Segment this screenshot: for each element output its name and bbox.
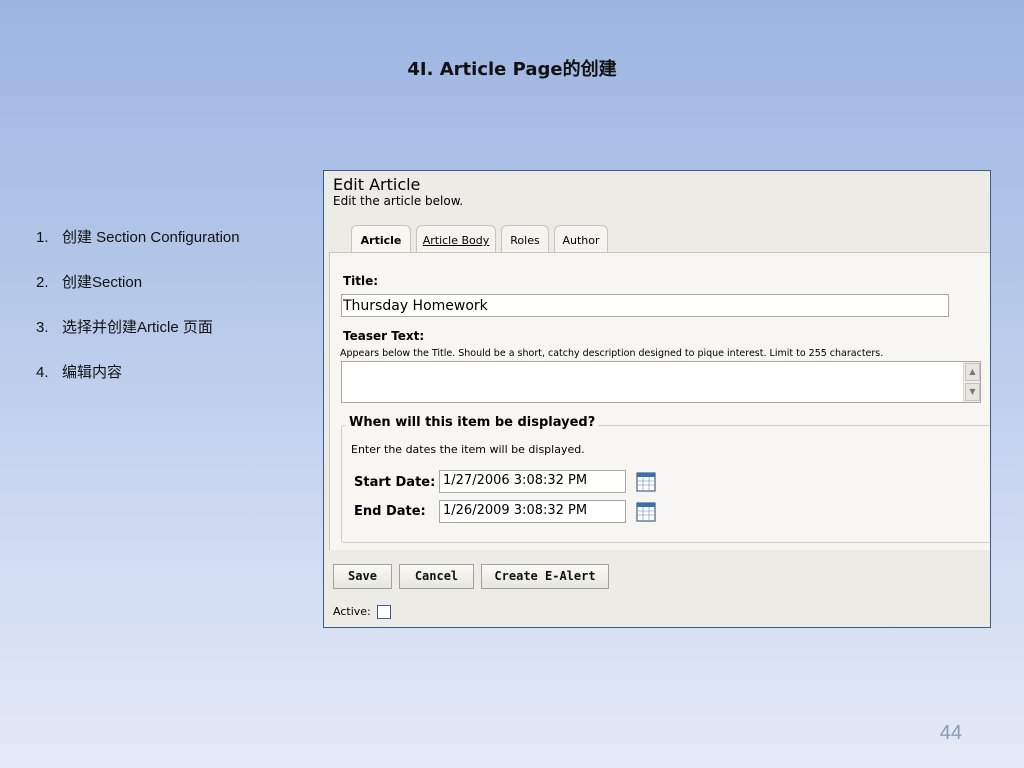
step-text: 创建 Section Configuration bbox=[62, 229, 240, 246]
tab-article[interactable]: Article bbox=[351, 225, 411, 253]
active-checkbox[interactable] bbox=[377, 605, 391, 619]
step-text: 选择并创建Article 页面 bbox=[62, 319, 213, 336]
calendar-icon[interactable] bbox=[636, 472, 656, 492]
create-e-alert-button[interactable]: Create E-Alert bbox=[481, 564, 609, 589]
tab-author[interactable]: Author bbox=[554, 225, 608, 253]
editor-subheading: Edit the article below. bbox=[333, 194, 464, 208]
start-date-label: Start Date: bbox=[354, 475, 436, 490]
article-form: Title: Thursday Homework Teaser Text: Ap… bbox=[329, 252, 990, 550]
step-number: 1. bbox=[36, 229, 49, 246]
calendar-icon[interactable] bbox=[636, 502, 656, 522]
display-dates-hint: Enter the dates the item will be display… bbox=[351, 443, 585, 456]
tab-roles[interactable]: Roles bbox=[501, 225, 549, 253]
step-text: 编辑内容 bbox=[62, 364, 123, 381]
teaser-textarea[interactable]: ▲ ▼ bbox=[341, 361, 981, 403]
teaser-scrollbar[interactable]: ▲ ▼ bbox=[963, 362, 980, 402]
step-item: 2. 创建Section bbox=[36, 273, 240, 318]
step-item: 3. 选择并创建Article 页面 bbox=[36, 318, 240, 363]
scroll-down-icon[interactable]: ▼ bbox=[965, 383, 980, 401]
step-number: 3. bbox=[36, 319, 49, 336]
end-date-label: End Date: bbox=[354, 504, 426, 519]
title-label: Title: bbox=[343, 274, 379, 288]
step-number: 4. bbox=[36, 364, 49, 381]
editor-heading: Edit Article bbox=[333, 175, 421, 194]
teaser-hint: Appears below the Title. Should be a sho… bbox=[340, 348, 884, 359]
display-dates-legend: When will this item be displayed? bbox=[346, 415, 599, 430]
active-row: Active: bbox=[333, 605, 391, 619]
step-number: 2. bbox=[36, 274, 49, 291]
save-button[interactable]: Save bbox=[333, 564, 392, 589]
teaser-label: Teaser Text: bbox=[343, 329, 425, 343]
editor-header: Edit Article Edit the article below. bbox=[333, 176, 463, 209]
slide-title: 4I. Article Page的创建 bbox=[407, 59, 617, 80]
end-date-input[interactable]: 1/26/2009 3:08:32 PM bbox=[439, 500, 626, 523]
step-item: 4. 编辑内容 bbox=[36, 363, 240, 408]
step-item: 1. 创建 Section Configuration bbox=[36, 228, 240, 273]
edit-article-screenshot: Edit Article Edit the article below. Art… bbox=[323, 170, 991, 628]
page-number: 44 bbox=[939, 722, 962, 744]
step-text: 创建Section bbox=[62, 274, 143, 291]
steps-list: 1. 创建 Section Configuration 2. 创建Section 3… bbox=[36, 228, 240, 408]
start-date-input[interactable]: 1/27/2006 3:08:32 PM bbox=[439, 470, 626, 493]
title-input[interactable]: Thursday Homework bbox=[341, 294, 949, 317]
tab-article-body[interactable]: Article Body bbox=[416, 225, 496, 253]
active-label: Active: bbox=[333, 605, 371, 618]
scroll-up-icon[interactable]: ▲ bbox=[965, 363, 980, 381]
cancel-button[interactable]: Cancel bbox=[399, 564, 474, 589]
